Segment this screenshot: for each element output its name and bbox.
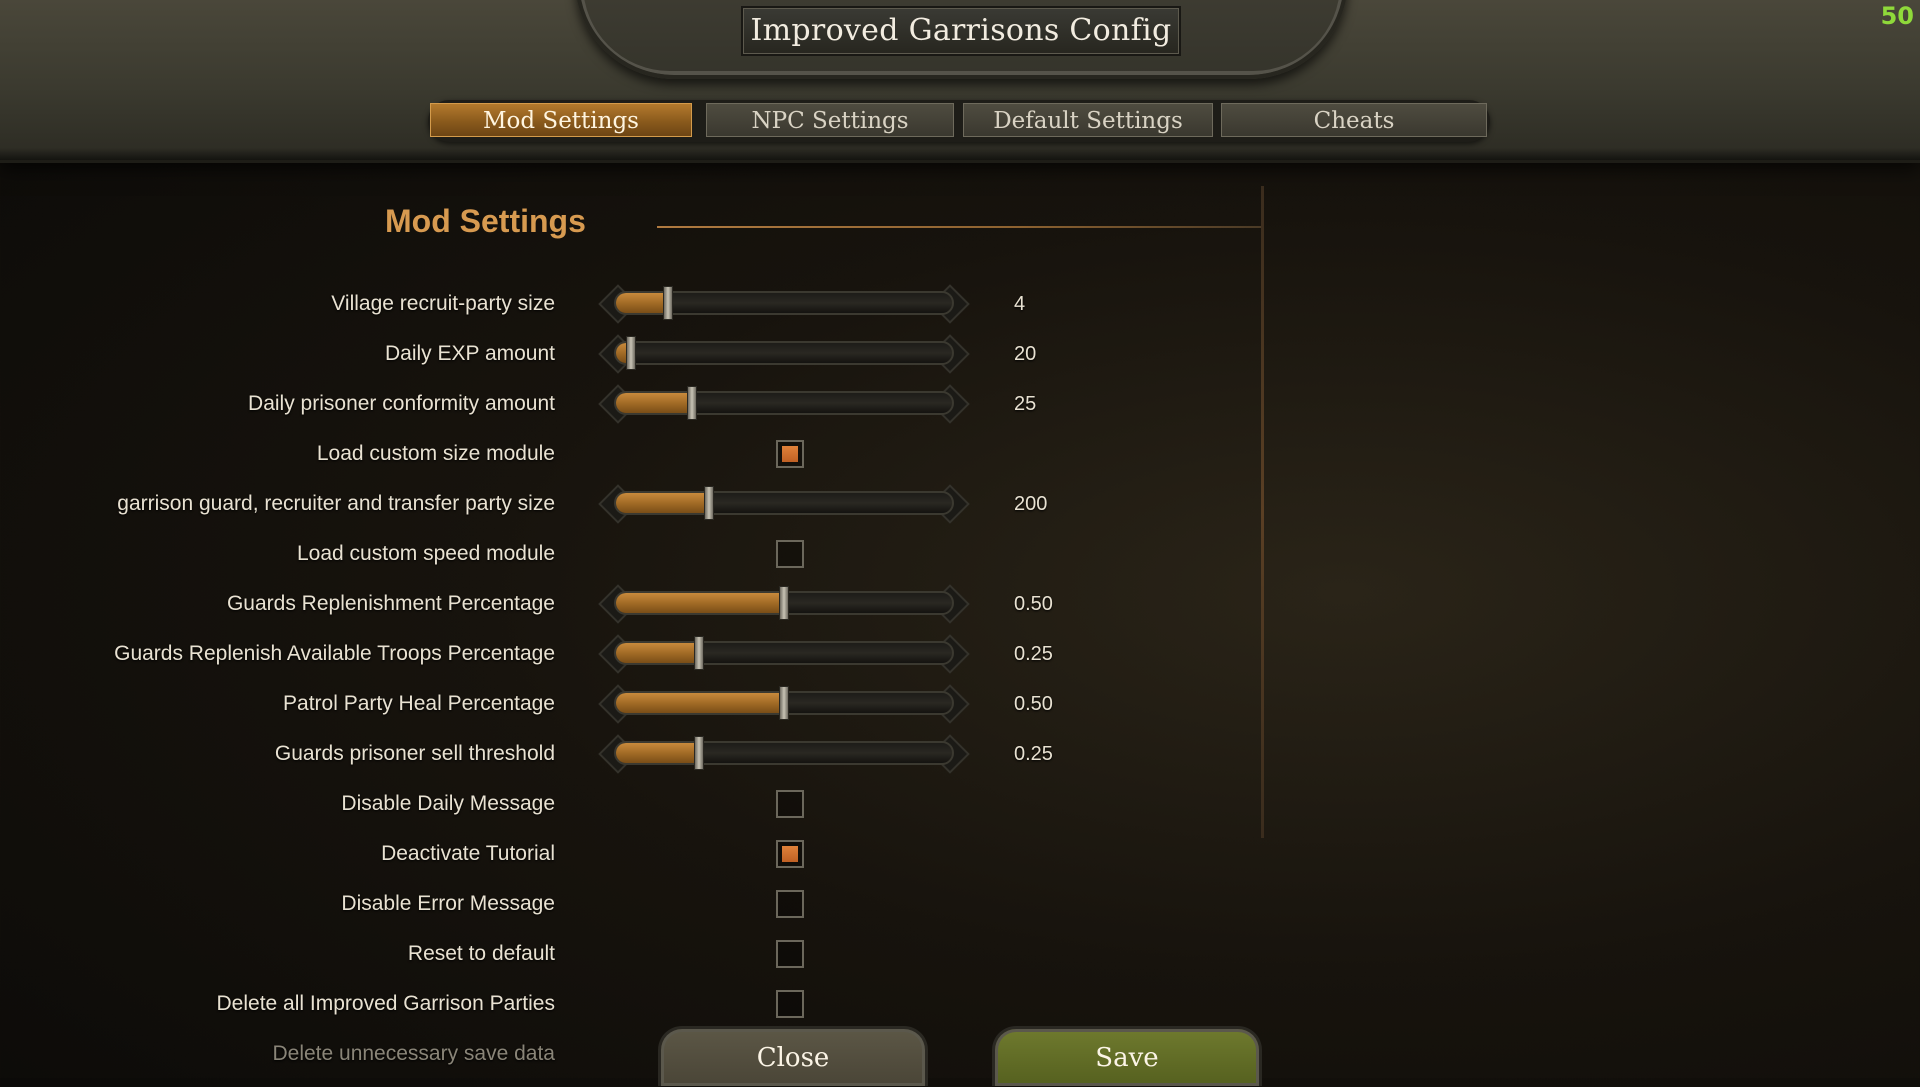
setting-slider[interactable] — [596, 734, 972, 774]
setting-value: 0.50 — [1014, 693, 1053, 715]
setting-label: Disable Daily Message — [341, 792, 555, 815]
checkbox-check-mark — [782, 846, 798, 862]
slider-handle[interactable] — [704, 486, 715, 520]
setting-row: Reset to default — [0, 934, 1920, 974]
setting-row: Guards prisoner sell threshold 0.25 — [0, 734, 1920, 774]
setting-slider[interactable] — [596, 634, 972, 674]
setting-row: Delete all Improved Garrison Parties — [0, 984, 1920, 1024]
setting-value: 4 — [1014, 293, 1026, 315]
setting-row: Deactivate Tutorial — [0, 834, 1920, 874]
setting-value: 0.25 — [1014, 643, 1053, 665]
slider-fill — [616, 593, 784, 613]
setting-checkbox[interactable] — [776, 840, 804, 868]
setting-label: Patrol Party Heal Percentage — [283, 692, 555, 715]
close-button[interactable]: Close — [658, 1026, 928, 1086]
setting-label: Load custom speed module — [297, 542, 555, 565]
setting-slider[interactable] — [596, 584, 972, 624]
checkbox-check-mark — [782, 446, 798, 462]
setting-slider[interactable] — [596, 384, 972, 424]
setting-label: Reset to default — [407, 942, 555, 965]
slider-handle[interactable] — [779, 686, 789, 720]
setting-label: Load custom size module — [316, 442, 555, 465]
setting-row: Guards Replenish Available Troops Percen… — [0, 634, 1920, 674]
setting-row: Disable Daily Message — [0, 784, 1920, 824]
setting-value: 25 — [1014, 393, 1037, 415]
tab-default-settings[interactable]: Default Settings — [963, 103, 1213, 137]
slider-handle[interactable] — [687, 386, 698, 420]
slider-fill — [616, 493, 711, 513]
setting-slider[interactable] — [596, 334, 972, 374]
setting-label: Guards prisoner sell threshold — [274, 742, 555, 765]
slider-track — [614, 491, 954, 515]
setting-checkbox[interactable] — [776, 990, 804, 1018]
setting-label: Deactivate Tutorial — [381, 842, 555, 865]
setting-label: Village recruit-party size — [331, 292, 555, 315]
slider-fill — [616, 693, 784, 713]
slider-handle[interactable] — [779, 586, 789, 620]
setting-row: Load custom speed module — [0, 534, 1920, 574]
tab-mod-settings[interactable]: Mod Settings — [430, 103, 692, 137]
setting-row: garrison guard, recruiter and transfer p… — [0, 484, 1920, 524]
slider-handle[interactable] — [626, 336, 636, 370]
section-divider — [657, 226, 1262, 228]
slider-handle[interactable] — [663, 286, 674, 320]
setting-checkbox[interactable] — [776, 540, 804, 568]
setting-row: Daily EXP amount 20 — [0, 334, 1920, 374]
slider-track — [614, 341, 954, 365]
setting-slider[interactable] — [596, 484, 972, 524]
setting-checkbox[interactable] — [776, 890, 804, 918]
setting-row: Guards Replenishment Percentage 0.50 — [0, 584, 1920, 624]
save-button[interactable]: Save — [992, 1026, 1262, 1086]
setting-value: 20 — [1014, 343, 1037, 365]
setting-label: garrison guard, recruiter and transfer p… — [117, 492, 555, 515]
fps-counter: 50 — [1880, 2, 1914, 30]
tab-cheats[interactable]: Cheats — [1221, 103, 1487, 137]
setting-value: 200 — [1014, 493, 1048, 515]
tab-bar: Mod Settings NPC Settings Default Settin… — [428, 100, 1490, 142]
setting-row: Delete unnecessary save data — [0, 1034, 1920, 1074]
tab-npc-settings[interactable]: NPC Settings — [706, 103, 954, 137]
slider-fill — [616, 743, 700, 763]
slider-fill — [616, 293, 670, 313]
setting-label: Delete unnecessary save data — [272, 1042, 555, 1065]
slider-fill — [616, 643, 700, 663]
section-title: Mod Settings — [385, 203, 586, 239]
setting-row: Load custom size module — [0, 434, 1920, 474]
slider-track — [614, 641, 954, 665]
setting-checkbox[interactable] — [776, 790, 804, 818]
setting-slider[interactable] — [596, 284, 972, 324]
slider-track — [614, 741, 954, 765]
slider-handle[interactable] — [694, 636, 704, 670]
setting-label: Daily prisoner conformity amount — [248, 392, 555, 415]
setting-checkbox[interactable] — [776, 440, 804, 468]
setting-label: Delete all Improved Garrison Parties — [216, 992, 555, 1015]
slider-track — [614, 391, 954, 415]
slider-fill — [616, 393, 694, 413]
slider-handle[interactable] — [694, 736, 704, 770]
setting-row: Disable Error Message — [0, 884, 1920, 924]
setting-value: 0.25 — [1014, 743, 1053, 765]
setting-checkbox[interactable] — [776, 940, 804, 968]
window-title: Improved Garrisons Config — [741, 6, 1181, 56]
setting-label: Guards Replenish Available Troops Percen… — [114, 642, 555, 665]
setting-row: Daily prisoner conformity amount 25 — [0, 384, 1920, 424]
setting-row: Village recruit-party size 4 — [0, 284, 1920, 324]
setting-value: 0.50 — [1014, 593, 1053, 615]
setting-row: Patrol Party Heal Percentage 0.50 — [0, 684, 1920, 724]
setting-label: Disable Error Message — [341, 892, 555, 915]
setting-label: Daily EXP amount — [384, 342, 555, 365]
setting-label: Guards Replenishment Percentage — [226, 592, 555, 615]
setting-slider[interactable] — [596, 684, 972, 724]
